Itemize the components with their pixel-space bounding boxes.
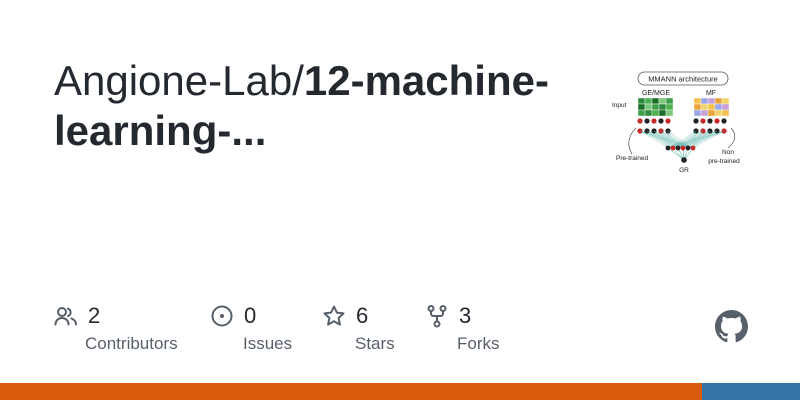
thumb-node — [665, 118, 671, 124]
thumb-node — [693, 118, 699, 124]
thumb-grid-right — [693, 97, 730, 117]
thumb-cell — [721, 109, 730, 117]
thumb-cell — [644, 97, 653, 105]
thumb-node — [690, 145, 696, 151]
thumb-cell — [644, 103, 653, 111]
stat-forks[interactable]: 3 Forks — [425, 302, 500, 353]
contributors-label: Contributors — [85, 334, 178, 353]
thumb-cell — [665, 97, 674, 105]
thumb-node — [714, 118, 720, 124]
thumb-cell — [644, 109, 653, 117]
thumb-input-label: Input — [612, 102, 627, 109]
thumb-node — [680, 145, 686, 151]
star-icon — [323, 305, 345, 326]
thumb-cell — [651, 103, 660, 111]
thumb-cell — [707, 109, 716, 117]
stars-count: 6 — [356, 303, 369, 328]
thumb-node — [651, 118, 657, 124]
thumb-cell — [658, 103, 667, 111]
repo-owner: Angione-Lab/ — [54, 57, 304, 104]
thumb-cell — [714, 109, 723, 117]
github-icon[interactable] — [715, 310, 748, 343]
thumb-cell — [658, 97, 667, 105]
thumb-cell — [707, 103, 716, 111]
fork-icon — [427, 305, 447, 328]
thumb-non-label: Non — [722, 149, 734, 156]
architecture-thumbnail: MMANN architecture GE/MGE MF Input Pre-t… — [612, 71, 740, 174]
thumb-cell — [721, 103, 730, 111]
thumb-cell — [658, 109, 667, 117]
language-segment-1 — [701, 383, 800, 400]
thumb-non-pretrained-label: pre-trained — [708, 158, 740, 165]
language-segment-0 — [0, 383, 702, 400]
thumb-group-left: GE/MGE — [642, 90, 670, 97]
stat-stars[interactable]: 6 Stars — [322, 302, 395, 353]
thumb-cell — [700, 103, 709, 111]
thumb-cell — [637, 97, 646, 105]
thumb-node — [670, 145, 676, 151]
language-bar — [0, 383, 800, 400]
thumb-node — [665, 145, 671, 151]
issues-label: Issues — [243, 334, 293, 353]
thumb-cell — [707, 97, 716, 105]
thumb-node — [637, 118, 643, 124]
thumb-cell — [693, 97, 702, 105]
thumb-cell — [700, 97, 709, 105]
thumb-node — [721, 118, 727, 124]
thumb-node — [707, 118, 713, 124]
stars-label: Stars — [355, 334, 395, 353]
forks-count: 3 — [459, 303, 472, 328]
thumb-node — [685, 145, 691, 151]
repo-title: Angione-Lab/12-machine-learning-... — [54, 56, 574, 156]
stat-contributors[interactable]: 2 Contributors — [54, 302, 178, 353]
issues-count: 0 — [244, 303, 257, 328]
thumb-cell — [693, 109, 702, 117]
thumb-cell — [693, 103, 702, 111]
thumb-cell — [714, 97, 723, 105]
thumb-cell — [665, 103, 674, 111]
thumb-pretrained-label: Pre-trained — [616, 155, 649, 162]
thumb-output-label: GR — [679, 167, 689, 174]
issues-icon — [211, 305, 233, 327]
thumb-title: MMANN architecture — [648, 75, 718, 84]
thumb-node — [658, 118, 664, 124]
thumb-group-right: MF — [706, 90, 716, 97]
thumb-cell — [665, 109, 674, 117]
thumb-cell — [651, 97, 660, 105]
contributors-icon — [54, 307, 77, 326]
forks-label: Forks — [457, 334, 500, 353]
thumb-output-node — [681, 157, 687, 163]
stat-issues[interactable]: 0 Issues — [210, 302, 292, 353]
thumb-node — [700, 118, 706, 124]
thumb-cell — [721, 97, 730, 105]
thumb-cell — [651, 109, 660, 117]
thumb-node — [675, 145, 681, 151]
thumb-cell — [714, 103, 723, 111]
thumb-node — [644, 118, 650, 124]
thumb-cell — [637, 109, 646, 117]
thumb-grid-left — [637, 97, 674, 117]
contributors-count: 2 — [88, 303, 101, 328]
thumb-cell — [700, 109, 709, 117]
thumb-cell — [637, 103, 646, 111]
